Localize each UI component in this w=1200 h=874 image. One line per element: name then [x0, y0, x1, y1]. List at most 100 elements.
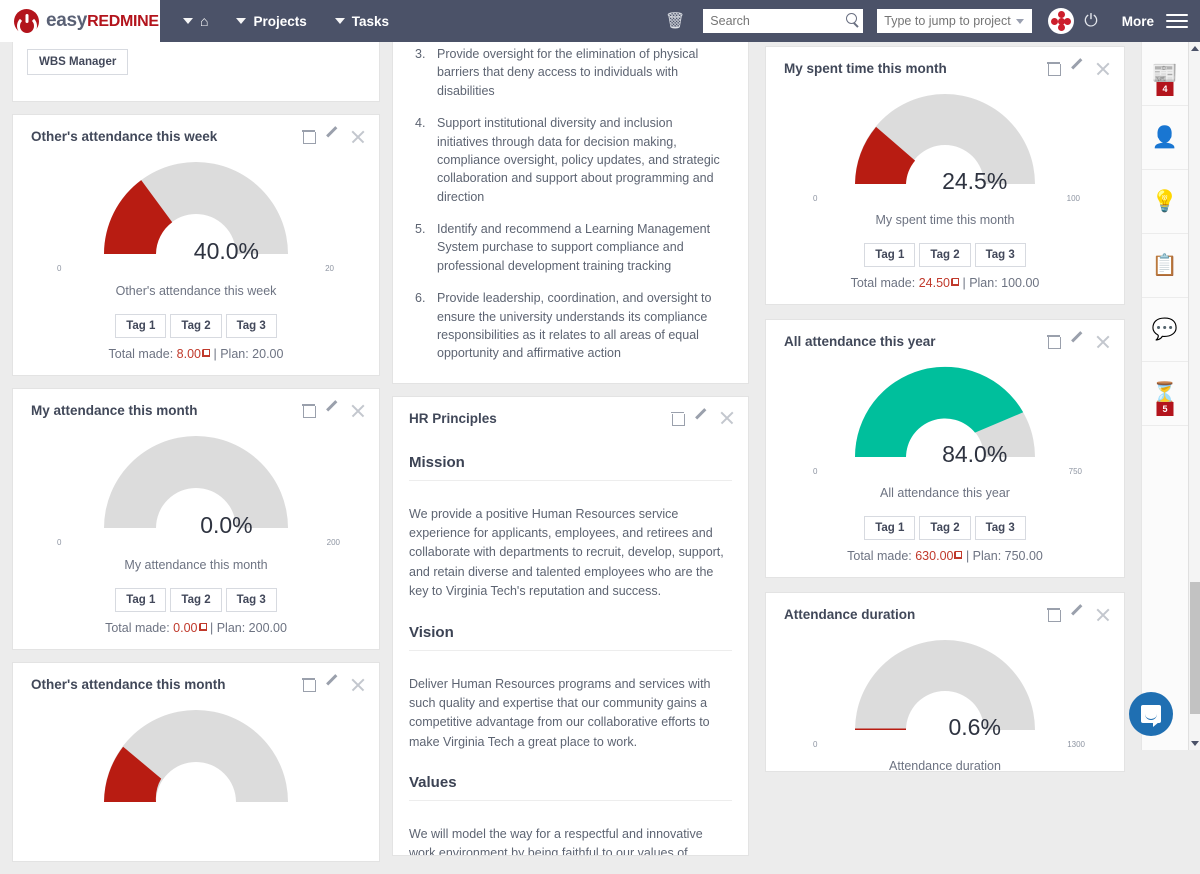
card-tools [303, 130, 365, 144]
close-icon[interactable] [720, 411, 734, 425]
card-title: Other's attendance this week [31, 129, 303, 144]
widget-my-attendance-this-month: My attendance this month 0.0% 0 200 My a… [12, 388, 380, 650]
gauge-max-tick: 20 [325, 264, 334, 273]
totals-line: Total made: 630.00 | Plan: 750.00 [780, 549, 1110, 563]
nav-item-projects[interactable]: Projects [225, 8, 317, 35]
card-tools [1048, 608, 1110, 622]
tag-button-1[interactable]: Tag 1 [115, 314, 166, 338]
app-logo[interactable]: easyREDMINE [0, 0, 160, 42]
nav-item-projects-label: Projects [253, 14, 306, 29]
hamburger-menu-icon[interactable] [1166, 10, 1188, 32]
tag-button-3[interactable]: Tag 3 [226, 314, 277, 338]
totals-prefix: Total made: [851, 276, 916, 290]
total-made-value[interactable]: 630.00 [915, 549, 953, 563]
gauge-svg [96, 428, 296, 540]
close-icon[interactable] [351, 404, 365, 418]
trash-icon[interactable]: 🗑 [665, 11, 685, 31]
close-icon[interactable] [1096, 608, 1110, 622]
pencil-icon[interactable] [326, 404, 339, 417]
trash-icon[interactable] [1048, 335, 1059, 348]
totals-prefix: Total made: [105, 621, 170, 635]
power-icon[interactable]: ⏻ [1084, 11, 1097, 31]
tag-button-2[interactable]: Tag 2 [919, 243, 970, 267]
total-made-value[interactable]: 8.00 [177, 347, 201, 361]
list-item: 6. Provide leadership, coordination, and… [415, 289, 726, 363]
tag-button-1[interactable]: Tag 1 [864, 516, 915, 540]
trash-icon[interactable] [303, 130, 314, 143]
scroll-up-arrow-icon[interactable] [1191, 46, 1199, 51]
trash-icon[interactable] [1048, 62, 1059, 75]
gauge-chart: 0.0% 0 200 [27, 428, 365, 556]
nav-item-home[interactable]: ⌂ [172, 7, 219, 35]
dashboard-page: WBS Manager Other's attendance this week [0, 42, 1188, 750]
totals-line: Total made: 24.50 | Plan: 100.00 [780, 276, 1110, 290]
tag-button-1[interactable]: Tag 1 [115, 588, 166, 612]
pencil-icon[interactable] [326, 678, 339, 691]
tag-button-2[interactable]: Tag 2 [919, 516, 970, 540]
section-body-mission: We provide a positive Human Resources se… [409, 505, 732, 602]
gauge-caption: Attendance duration [780, 759, 1110, 772]
gauge-body: 24.5% 0 100 My spent time this month Tag… [766, 80, 1124, 304]
widget-others-attendance-this-month: Other's attendance this month [12, 662, 380, 862]
close-icon[interactable] [351, 678, 365, 692]
scroll-down-arrow-icon[interactable] [1191, 741, 1199, 746]
tag-button-2[interactable]: Tag 2 [170, 314, 221, 338]
rail-item-contacts[interactable]: 👤 [1142, 106, 1188, 170]
total-made-value[interactable]: 24.50 [919, 276, 950, 290]
widget-others-attendance-this-week: Other's attendance this week 40.0% 0 20 [12, 114, 380, 376]
tag-button-2[interactable]: Tag 2 [170, 588, 221, 612]
search-input[interactable] [703, 9, 863, 33]
close-icon[interactable] [1096, 62, 1110, 76]
nav-item-tasks[interactable]: Tasks [324, 8, 400, 35]
trash-icon[interactable] [303, 404, 314, 417]
rail-item-news[interactable]: 📰 4 [1142, 42, 1188, 106]
totals-prefix: Total made: [109, 347, 174, 361]
tag-button-1[interactable]: Tag 1 [864, 243, 915, 267]
trash-icon[interactable] [1048, 608, 1059, 621]
chevron-down-icon [1016, 19, 1024, 24]
jump-to-project-input[interactable] [877, 9, 1032, 33]
jump-to-project-box[interactable] [877, 9, 1032, 33]
gauge-chart: 24.5% 0 100 [780, 86, 1110, 211]
total-made-value[interactable]: 0.00 [173, 621, 197, 635]
tag-button-3[interactable]: Tag 3 [975, 243, 1026, 267]
search-box[interactable] [703, 9, 863, 33]
plan-value: | Plan: 100.00 [962, 276, 1039, 290]
rail-item-chat[interactable]: 💬 [1142, 298, 1188, 362]
gauge-svg [96, 702, 296, 814]
trash-icon[interactable] [303, 678, 314, 691]
plan-value: | Plan: 20.00 [213, 347, 283, 361]
tag-button-3[interactable]: Tag 3 [226, 588, 277, 612]
rail-item-idea[interactable]: 💡 [1142, 170, 1188, 234]
widget-my-spent-time-this-month: My spent time this month 24.5% 0 100 [765, 46, 1125, 305]
more-button[interactable]: More [1122, 14, 1154, 29]
pencil-icon[interactable] [326, 130, 339, 143]
scrollbar-thumb[interactable] [1190, 582, 1200, 714]
gauge-min-tick: 0 [813, 467, 817, 476]
list-item: 5. Identify and recommend a Learning Man… [415, 220, 726, 275]
chat-launcher-button[interactable] [1129, 692, 1173, 736]
pencil-icon[interactable] [695, 412, 708, 425]
pencil-icon[interactable] [1071, 335, 1084, 348]
trash-icon[interactable] [672, 412, 683, 425]
close-icon[interactable] [1096, 335, 1110, 349]
card-header: All attendance this year [766, 320, 1124, 353]
pencil-icon[interactable] [1071, 62, 1084, 75]
clipboard-check-icon: 📋 [1152, 255, 1178, 276]
avatar[interactable] [1048, 8, 1074, 34]
pencil-icon[interactable] [1071, 608, 1084, 621]
gauge-percent-label: 40.0% [194, 238, 259, 265]
totals-prefix: Total made: [847, 549, 912, 563]
close-icon[interactable] [351, 130, 365, 144]
tag-button-3[interactable]: Tag 3 [975, 516, 1026, 540]
external-link-icon [951, 278, 959, 286]
gauge-min-tick: 0 [813, 194, 817, 203]
right-icon-rail: 📰 4 👤 💡 📋 💬 ⏳ 5 [1141, 42, 1188, 750]
gauge-chart: 84.0% 0 750 [780, 359, 1110, 484]
rail-item-time[interactable]: ⏳ 5 [1142, 362, 1188, 426]
tag-list: Tag 1 Tag 2 Tag 3 [27, 314, 365, 338]
wbs-manager-button[interactable]: WBS Manager [27, 49, 128, 75]
page-scrollbar[interactable] [1188, 42, 1200, 750]
totals-line: Total made: 0.00 | Plan: 200.00 [27, 621, 365, 635]
rail-item-tasks[interactable]: 📋 [1142, 234, 1188, 298]
